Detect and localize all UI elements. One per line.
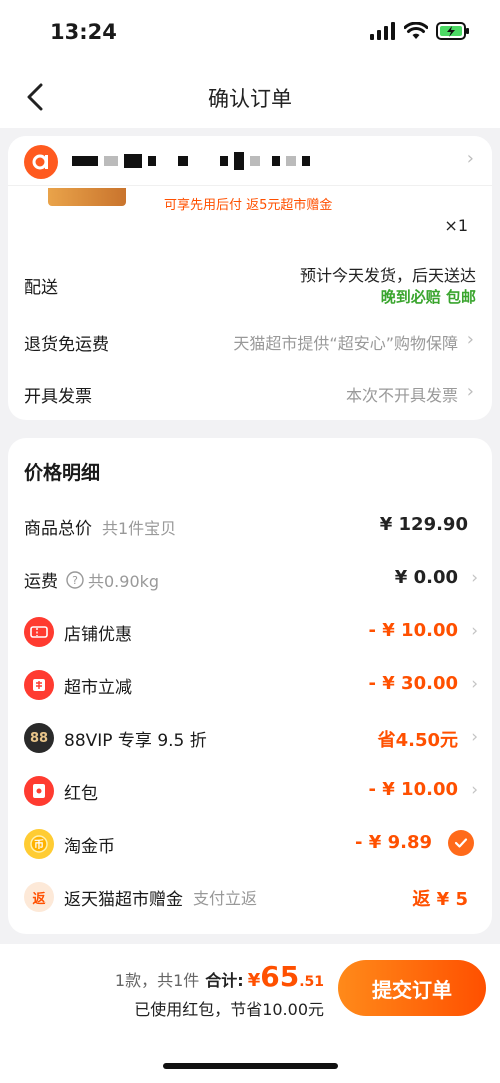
delivery-label: 配送 <box>24 278 58 298</box>
vip-88-icon: 88 <box>24 723 54 753</box>
price-row-shipping[interactable]: 运费 ? 共0.90kg ¥ 0.00 › <box>8 559 492 599</box>
total-decimal: .51 <box>299 974 324 990</box>
price-row-shop-discount[interactable]: 店铺优惠 - ¥ 10.00 › <box>8 612 492 652</box>
status-icons <box>370 22 470 40</box>
chevron-right-icon: › <box>471 780 478 800</box>
status-bar: 13:24 <box>0 0 500 66</box>
page-title: 确认订单 <box>208 87 292 111</box>
tmall-logo-icon <box>32 154 48 170</box>
row-sub: 共0.90kg <box>88 571 160 591</box>
chevron-right-icon: › <box>466 329 474 350</box>
price-row-supermarket-discount[interactable]: 超市立减 - ¥ 30.00 › <box>8 665 492 705</box>
row-sub: 共1件宝贝 <box>102 518 177 538</box>
question-icon[interactable]: ? <box>66 570 84 589</box>
home-indicator <box>163 1063 338 1069</box>
item-count: 1款，共1件 <box>114 971 200 990</box>
row-label: 淘金币 <box>64 836 115 857</box>
row-value: - ¥ 9.89 <box>355 832 432 853</box>
chevron-right-icon: › <box>471 568 478 588</box>
quantity: ×1 <box>444 216 468 235</box>
svg-text:?: ? <box>72 574 78 587</box>
price-row-subtotal: 商品总价 共1件宝贝 ¥ 129.90 <box>8 506 492 546</box>
coin-checkbox[interactable] <box>448 830 474 856</box>
invoice-value: 本次不开具发票 <box>345 386 458 405</box>
row-value: ¥ 0.00 <box>394 567 458 588</box>
svg-text:币: 币 <box>34 839 44 851</box>
total-integer: 65 <box>260 960 300 993</box>
delivery-eta: 预计今天发货，后天送达 <box>299 266 476 285</box>
signal-icon <box>370 22 395 40</box>
coupon-icon <box>24 617 54 647</box>
chevron-right-icon: › <box>466 148 474 169</box>
row-label: 商品总价 <box>24 519 92 539</box>
nav-bar: 确认订单 <box>0 66 500 128</box>
row-label: 88VIP 专享 9.5 折 <box>64 730 207 751</box>
row-label: 红包 <box>64 783 98 804</box>
row-label: 返天猫超市赠金 <box>64 889 183 910</box>
product-thumbnail[interactable] <box>48 188 126 206</box>
wifi-icon <box>404 22 428 39</box>
savings-text: 已使用红包，节省10.00元 <box>134 1000 324 1019</box>
price-row-rebate: 返 返天猫超市赠金 支付立返 返 ¥ 5 <box>8 877 492 917</box>
chevron-right-icon: › <box>471 727 478 747</box>
row-sub: 支付立返 <box>193 889 258 908</box>
order-info-card: › 可享先用后付 返5元超市赠金 ×1 配送 预计今天发货，后天送达 晚到必赔 … <box>8 136 492 420</box>
row-label: 超市立减 <box>64 677 132 698</box>
checkout-bar: 1款，共1件 合计: ¥ 65 .51 已使用红包，节省10.00元 提交订单 <box>0 944 500 1083</box>
store-logo <box>24 145 58 179</box>
row-value: - ¥ 10.00 <box>368 620 458 641</box>
price-title: 价格明细 <box>24 462 101 484</box>
row-value: 省4.50元 <box>377 730 458 751</box>
chevron-right-icon: › <box>471 674 478 694</box>
chevron-right-icon: › <box>471 621 478 641</box>
row-label: 运费 <box>24 572 58 592</box>
check-icon <box>454 838 468 848</box>
price-row-taobao-coins[interactable]: 币 淘金币 - ¥ 9.89 <box>8 824 492 864</box>
total-currency: ¥ <box>247 970 261 991</box>
discount-icon <box>24 670 54 700</box>
submit-order-button[interactable]: 提交订单 <box>338 960 486 1016</box>
row-value: - ¥ 10.00 <box>368 779 458 800</box>
total-label: 合计: <box>205 971 244 990</box>
returns-value: 天猫超市提供“超安心”购物保障 <box>233 334 458 353</box>
status-time: 13:24 <box>50 20 117 44</box>
price-details-card: 价格明细 商品总价 共1件宝贝 ¥ 129.90 运费 ? 共0.90kg ¥ 0… <box>8 438 492 934</box>
rebate-icon: 返 <box>24 882 54 912</box>
battery-icon <box>436 22 469 40</box>
returns-label: 退货免运费 <box>24 335 109 355</box>
delivery-guarantee: 晚到必赔 包邮 <box>380 288 476 306</box>
row-value: ¥ 129.90 <box>379 514 468 535</box>
promo-tags: 可享先用后付 返5元超市赠金 <box>164 198 333 213</box>
invoice-label: 开具发票 <box>24 387 92 407</box>
order-total: 1款，共1件 合计: ¥ 65 .51 <box>115 960 324 993</box>
row-label: 店铺优惠 <box>64 624 132 645</box>
store-name-redacted <box>72 152 310 170</box>
red-packet-icon <box>24 776 54 806</box>
row-value: - ¥ 30.00 <box>368 673 458 694</box>
row-value: 返 ¥ 5 <box>412 889 468 910</box>
price-row-88vip[interactable]: 88 88VIP 专享 9.5 折 省4.50元 › <box>8 718 492 758</box>
coin-icon: 币 <box>24 829 54 859</box>
store-row[interactable]: › <box>8 136 492 186</box>
price-row-red-packet[interactable]: 红包 - ¥ 10.00 › <box>8 771 492 811</box>
chevron-right-icon: › <box>466 381 474 402</box>
